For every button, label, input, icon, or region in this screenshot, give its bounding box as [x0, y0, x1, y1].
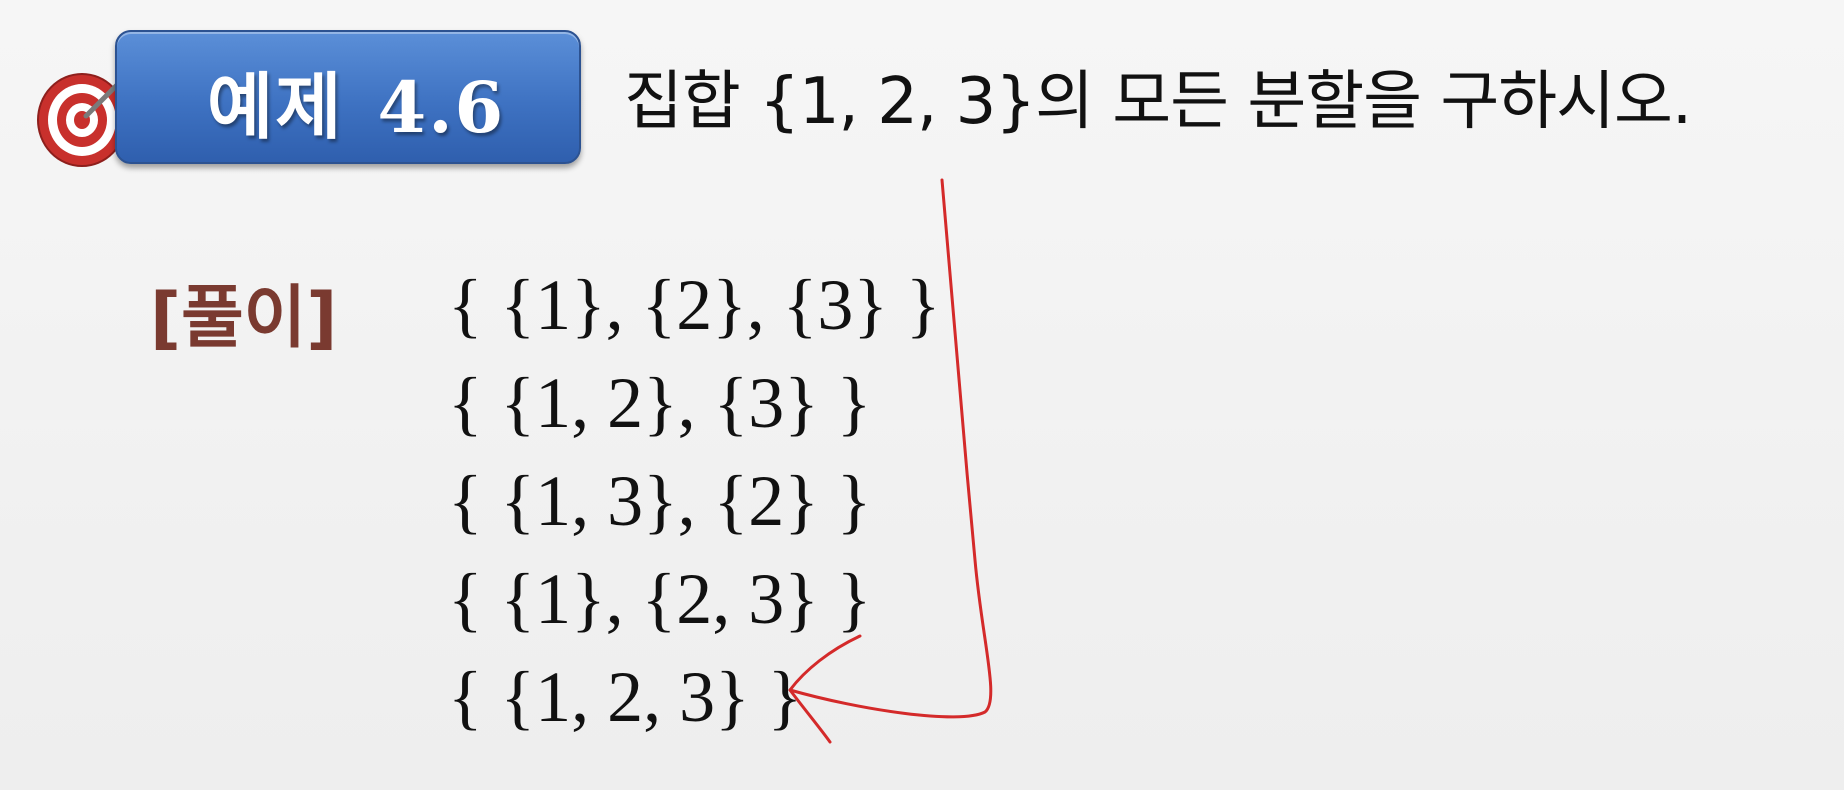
- partition-line: { {1}, {2}, {3} }: [448, 265, 941, 345]
- partition-line: { {1}, {2, 3} }: [448, 559, 872, 639]
- partition-line: { {1, 3}, {2} }: [448, 461, 872, 541]
- example-label: 예제: [207, 65, 344, 149]
- partition-line: { {1, 2, 3} }: [448, 657, 803, 737]
- solution-label: [풀이]: [150, 279, 338, 358]
- partition-list: { {1}, {2}, {3} } { {1, 2}, {3} } { {1, …: [448, 256, 940, 746]
- question-text: 집합 {1, 2, 3}의 모든 분할을 구하시오.: [624, 65, 1692, 139]
- example-badge-text: 예제 4.6: [207, 48, 505, 153]
- example-number: 4.6: [377, 66, 506, 149]
- partition-line: { {1, 2}, {3} }: [448, 363, 872, 443]
- example-badge: 예제 4.6: [115, 30, 581, 164]
